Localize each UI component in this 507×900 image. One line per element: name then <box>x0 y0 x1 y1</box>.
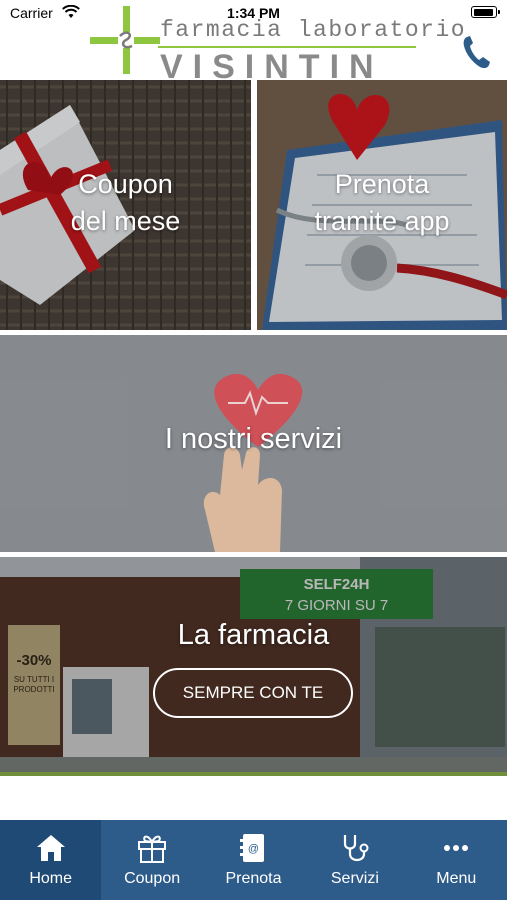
coupon-tile-label-line1: Coupon <box>78 169 173 199</box>
home-icon <box>36 835 65 861</box>
gift-icon <box>138 835 167 863</box>
logo-text-bottom: VISINTIN <box>160 48 384 86</box>
tab-home[interactable]: Home <box>0 820 102 900</box>
prenota-tile-label-line2: tramite app <box>314 206 450 236</box>
battery-icon <box>471 6 500 18</box>
servizi-tile-label: I nostri servizi <box>164 423 343 455</box>
bottom-tab-bar: Home Coupon @ Prenota Servizi Menu <box>0 820 507 900</box>
accent-strip <box>0 772 507 776</box>
farmacia-tile-label: La farmacia <box>177 619 330 651</box>
svg-text:@: @ <box>248 843 259 855</box>
address-book-icon: @ <box>240 834 265 862</box>
prenota-tile-label: Prenota tramite app <box>257 166 507 240</box>
tab-menu-label: Menu <box>436 870 477 887</box>
tile-overlay <box>0 557 507 772</box>
tab-prenota-label: Prenota <box>225 870 282 887</box>
status-bar: Carrier 1:34 PM <box>0 0 507 26</box>
tab-coupon[interactable]: Coupon <box>101 820 202 900</box>
servizi-tile[interactable]: I nostri servizi <box>0 335 507 552</box>
coupon-tile-label: Coupon del mese <box>0 166 251 240</box>
more-icon <box>444 845 469 851</box>
farmacia-tile[interactable]: SELF24H 7 GIORNI SU 7 -30% SU TUTTI I PR… <box>0 557 507 772</box>
status-time: 1:34 PM <box>227 5 280 21</box>
coupon-tile[interactable]: Coupon del mese <box>0 80 251 330</box>
stethoscope-icon <box>343 835 369 862</box>
tab-prenota[interactable]: @ Prenota <box>203 820 304 900</box>
prenota-tile-label-line1: Prenota <box>334 169 430 199</box>
tab-servizi[interactable]: Servizi <box>304 820 405 900</box>
tab-home-label: Home <box>29 870 73 887</box>
phone-icon[interactable] <box>460 34 492 70</box>
prenota-tile[interactable]: Prenota tramite app <box>257 80 507 330</box>
tab-coupon-label: Coupon <box>124 870 181 887</box>
coupon-tile-label-line2: del mese <box>70 206 181 236</box>
tab-menu[interactable]: Menu <box>406 820 507 900</box>
tab-servizi-label: Servizi <box>330 870 379 887</box>
sempre-con-te-button[interactable]: SEMPRE CON TE <box>153 668 353 718</box>
